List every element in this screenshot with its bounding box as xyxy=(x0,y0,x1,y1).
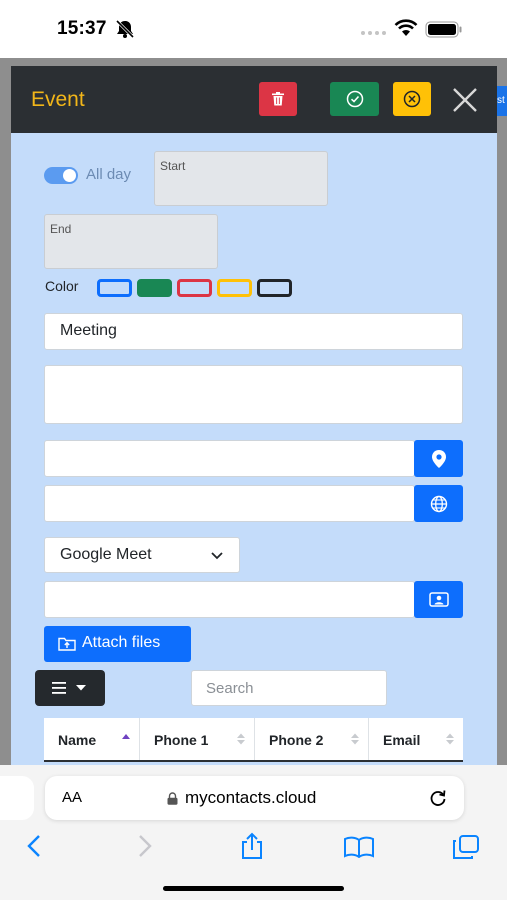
color-swatch-black[interactable] xyxy=(257,279,292,297)
description-textarea[interactable] xyxy=(44,365,463,424)
video-conference-icon xyxy=(428,591,449,607)
sort-icon xyxy=(351,733,359,745)
bell-slash-icon xyxy=(115,19,135,39)
column-header-phone2[interactable]: Phone 2 xyxy=(255,718,369,760)
previous-tab-preview[interactable] xyxy=(0,776,34,820)
color-swatch-red[interactable] xyxy=(177,279,212,297)
forward-icon[interactable] xyxy=(137,834,153,858)
sort-icon xyxy=(237,733,245,745)
sort-icon xyxy=(446,733,454,745)
location-button[interactable] xyxy=(414,440,463,477)
reload-icon[interactable] xyxy=(428,788,448,808)
modal-title: Event xyxy=(31,88,85,111)
meeting-type-value: Google Meet xyxy=(60,546,152,563)
end-label: End xyxy=(50,222,72,236)
address-bar[interactable]: AA mycontacts.cloud xyxy=(45,776,464,820)
column-header-label: Name xyxy=(58,732,97,748)
end-date-field[interactable]: End xyxy=(44,214,218,269)
website-button[interactable] xyxy=(414,485,463,522)
check-circle-icon xyxy=(346,90,363,108)
location-input[interactable] xyxy=(44,440,415,477)
color-swatch-blue[interactable] xyxy=(97,279,132,297)
attach-files-button[interactable]: Attach files xyxy=(44,626,191,662)
wifi-icon xyxy=(394,19,418,36)
tabs-icon[interactable] xyxy=(452,834,480,860)
search-input[interactable] xyxy=(191,670,387,706)
back-icon[interactable] xyxy=(26,834,42,858)
color-label: Color xyxy=(45,278,79,294)
delete-button[interactable] xyxy=(259,82,297,116)
column-header-label: Email xyxy=(383,732,421,748)
menu-icon xyxy=(52,682,86,694)
close-icon[interactable] xyxy=(451,86,479,114)
all-day-label: All day xyxy=(86,166,132,183)
all-day-toggle[interactable] xyxy=(44,167,78,184)
save-button[interactable] xyxy=(330,82,379,116)
background-page-button: st xyxy=(497,86,507,116)
globe-icon xyxy=(430,495,447,512)
modal-header: Event xyxy=(11,66,497,133)
home-indicator xyxy=(163,886,344,891)
menu-dropdown-button[interactable] xyxy=(35,670,105,706)
x-circle-icon xyxy=(403,90,421,108)
battery-icon xyxy=(425,21,462,38)
column-header-name[interactable]: Name xyxy=(44,718,140,760)
chevron-down-icon xyxy=(211,552,223,560)
reader-settings-button[interactable]: AA xyxy=(62,789,82,806)
lock-icon xyxy=(167,792,178,805)
event-title-input[interactable]: Meeting xyxy=(44,313,463,350)
meeting-type-select[interactable]: Google Meet xyxy=(44,537,240,573)
color-swatch-green[interactable] xyxy=(137,279,172,297)
sort-asc-icon xyxy=(122,734,130,739)
map-marker-icon xyxy=(431,449,446,468)
folder-upload-icon xyxy=(58,637,76,651)
bookmarks-icon[interactable] xyxy=(343,836,375,858)
share-icon[interactable] xyxy=(239,832,265,860)
event-modal: Event All day Start End Color Meeting Go… xyxy=(11,66,497,776)
start-label: Start xyxy=(160,159,186,173)
attach-files-label: Attach files xyxy=(82,634,161,651)
event-title-value: Meeting xyxy=(60,322,117,339)
column-header-label: Phone 1 xyxy=(154,732,209,748)
url-text: mycontacts.cloud xyxy=(185,788,317,807)
status-time: 15:37 xyxy=(57,18,107,39)
column-header-email[interactable]: Email xyxy=(369,718,463,760)
column-header-phone1[interactable]: Phone 1 xyxy=(140,718,255,760)
color-swatch-yellow[interactable] xyxy=(217,279,252,297)
start-date-field[interactable]: Start xyxy=(154,151,328,206)
trash-icon xyxy=(272,92,284,106)
website-input[interactable] xyxy=(44,485,415,522)
status-bar: 15:37 xyxy=(0,0,507,58)
meeting-link-button[interactable] xyxy=(414,581,463,618)
contacts-table-header: Name Phone 1 Phone 2 Email xyxy=(44,718,463,762)
signal-icon xyxy=(361,31,386,35)
cancel-button[interactable] xyxy=(393,82,431,116)
column-header-label: Phone 2 xyxy=(269,732,324,748)
meeting-link-input[interactable] xyxy=(44,581,415,618)
